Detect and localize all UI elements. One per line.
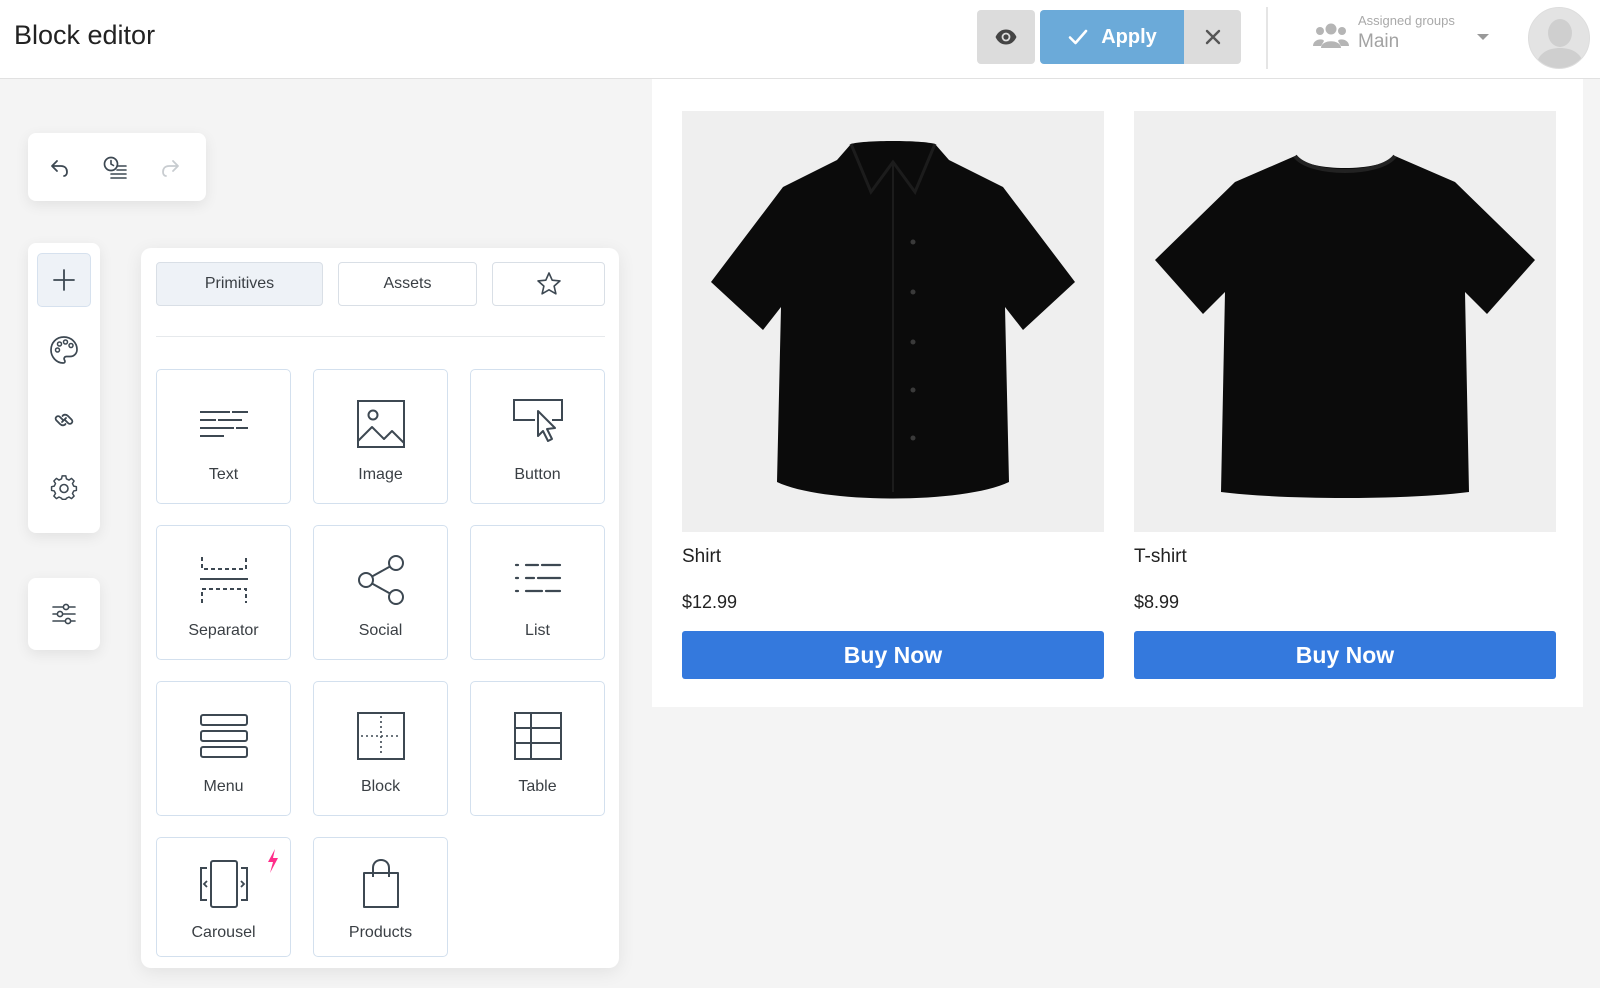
groups-label: Assigned groups	[1358, 13, 1455, 28]
header-divider	[1266, 7, 1268, 69]
product-name: Shirt	[682, 546, 722, 567]
block-label: List	[525, 622, 550, 639]
text-icon	[199, 411, 248, 437]
block-label: Products	[348, 924, 413, 941]
users-icon	[1313, 23, 1349, 48]
block-icon	[356, 712, 405, 760]
palette-icon	[50, 336, 78, 364]
block-table[interactable]: Table	[470, 681, 605, 816]
block-label: Button	[514, 466, 561, 483]
user-avatar-icon	[1529, 8, 1589, 68]
buy-now-button[interactable]: Buy Now	[1134, 631, 1556, 679]
sliders-icon	[52, 603, 76, 625]
block-carousel[interactable]: Carousel	[156, 837, 291, 957]
product-price: $8.99	[1134, 592, 1180, 612]
panel-divider	[156, 336, 605, 337]
block-label: Table	[518, 778, 557, 795]
block-button[interactable]: Button	[470, 369, 605, 504]
side-toolbar	[28, 243, 100, 533]
tab-primitives[interactable]: Primitives	[156, 262, 323, 306]
history-toolbar	[28, 133, 206, 201]
product-card[interactable]: Shirt $12.99 Buy Now	[682, 111, 1104, 679]
redo-icon	[162, 160, 179, 177]
product-card[interactable]: T-shirt $8.99 Buy Now	[1134, 111, 1556, 679]
settings-button[interactable]	[37, 461, 91, 515]
link-icon	[54, 413, 74, 427]
avatar[interactable]	[1528, 7, 1590, 69]
adjustments-button[interactable]	[28, 578, 100, 650]
top-bar: Block editor Apply Assigned groups Main	[0, 0, 1600, 79]
page-title: Block editor	[14, 20, 156, 50]
shopping-bag-icon	[362, 858, 399, 908]
preview-button[interactable]	[977, 10, 1035, 64]
close-icon	[1205, 29, 1220, 45]
block-menu[interactable]: Menu	[156, 681, 291, 816]
groups-value: Main	[1358, 31, 1400, 52]
separator-icon	[199, 557, 248, 603]
tshirt-image	[1155, 154, 1535, 498]
undo-button[interactable]	[44, 153, 74, 183]
product-price: $12.99	[682, 592, 738, 612]
shirt-image	[711, 140, 1075, 498]
block-label: Text	[208, 466, 239, 483]
editor-canvas[interactable]: Shirt $12.99 Buy Now T-shirt $8.99 Buy N…	[652, 79, 1583, 707]
gear-icon	[50, 475, 78, 501]
history-button[interactable]	[100, 153, 130, 183]
links-button[interactable]	[37, 393, 91, 447]
image-icon	[356, 400, 405, 448]
close-button[interactable]	[1184, 10, 1241, 64]
product-image	[682, 111, 1104, 532]
block-label: Separator	[188, 622, 259, 639]
buy-now-button[interactable]: Buy Now	[682, 631, 1104, 679]
redo-button[interactable]	[156, 153, 186, 183]
tab-assets[interactable]: Assets	[338, 262, 477, 306]
star-icon	[536, 272, 561, 295]
block-label: Menu	[203, 778, 244, 795]
apply-label: Apply	[1101, 25, 1157, 48]
block-image[interactable]: Image	[313, 369, 448, 504]
block-products[interactable]: Products	[313, 837, 448, 957]
eye-icon	[995, 29, 1017, 45]
undo-icon	[51, 160, 68, 177]
share-icon	[357, 555, 404, 605]
block-list[interactable]: List	[470, 525, 605, 660]
chevron-down-icon	[1477, 34, 1489, 40]
list-icon	[514, 563, 561, 593]
blocks-panel: Primitives Assets Text Image Button Sepa…	[141, 248, 619, 968]
menu-icon	[199, 714, 248, 758]
block-block[interactable]: Block	[313, 681, 448, 816]
history-icon	[103, 156, 127, 179]
bolt-icon	[268, 849, 278, 873]
block-separator[interactable]: Separator	[156, 525, 291, 660]
plus-icon	[53, 269, 75, 291]
block-label: Social	[358, 622, 403, 639]
styles-button[interactable]	[37, 323, 91, 377]
table-icon	[513, 712, 562, 760]
block-label: Carousel	[191, 924, 256, 941]
product-image	[1134, 111, 1556, 532]
carousel-icon	[199, 860, 248, 908]
product-name: T-shirt	[1134, 546, 1187, 567]
apply-button[interactable]: Apply	[1040, 10, 1184, 64]
add-block-button[interactable]	[37, 253, 91, 307]
block-text[interactable]: Text	[156, 369, 291, 504]
block-label: Block	[360, 778, 401, 795]
check-icon	[1068, 29, 1088, 45]
tab-favorites[interactable]	[492, 262, 605, 306]
block-label: Image	[358, 466, 403, 483]
block-social[interactable]: Social	[313, 525, 448, 660]
button-cursor-icon	[512, 399, 563, 442]
